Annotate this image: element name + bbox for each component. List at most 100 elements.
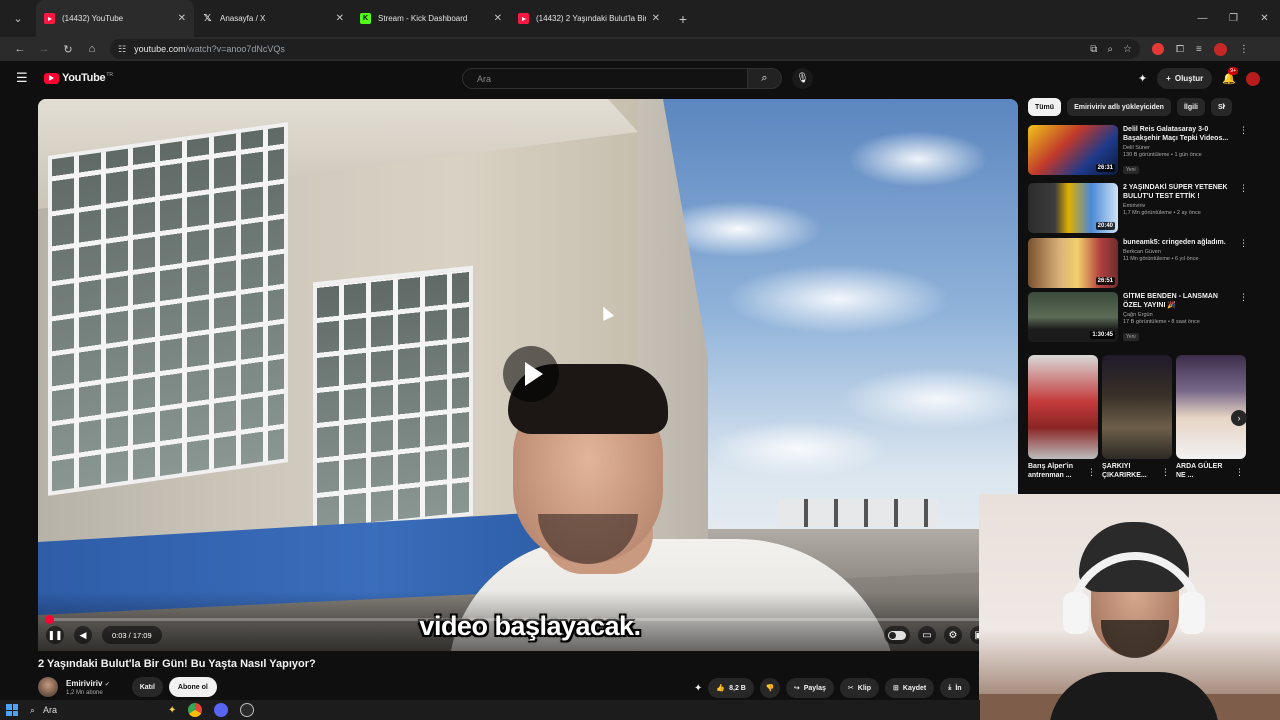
close-icon[interactable]: ✕ [178,13,186,24]
video-player[interactable]: video başlayacak. ❚❚ ◀ 0:03 / 17:09 ▭ ⚙ … [38,99,1018,651]
notifications-button[interactable]: 🔔 9+ [1222,67,1238,85]
tab-kick[interactable]: K Stream - Kick Dashboard ✕ [352,0,510,37]
more-options-icon[interactable]: ⋮ [1087,467,1096,478]
browser-tab-strip: ⌄ (14432) YouTube ✕ 𝕏 Anasayfa / X ✕ K S… [0,0,1280,37]
video-actions: ✦ 👍 8,2 B 👎 ↪ Paylaş ✂ Klip ⊞ Kaydet ⤓ İn [694,678,970,698]
shorts-next-button[interactable]: › [1231,410,1247,426]
short-thumbnail[interactable] [1102,355,1172,459]
channel-avatar[interactable] [38,677,58,697]
settings-button[interactable]: ⚙ [944,626,962,644]
play-overlay-button[interactable] [503,346,559,402]
site-info-icon[interactable]: ☷ [118,44,126,55]
forward-icon[interactable]: → [32,39,56,59]
subtitles-button[interactable]: ▭ [918,626,936,644]
tab-youtube-video[interactable]: (14432) 2 Yaşındaki Bulut'la Bir ✕ [510,0,668,37]
join-button[interactable]: Katıl [131,677,163,697]
reload-icon[interactable]: ↻ [56,39,80,59]
chip-from-uploader[interactable]: Emiriviriv adlı yükleyiciden [1067,98,1171,116]
clip-button[interactable]: ✂ Klip [839,678,880,698]
account-avatar[interactable] [1246,71,1260,86]
recommendation-item[interactable]: 20:40 2 YAŞINDAKİ SÜPER YETENEK BULUT'U … [1028,183,1252,235]
recommendation-item[interactable]: 26:51 buneamk5: cringeden ağladım. Berkc… [1028,238,1252,290]
search-input[interactable]: Ara [462,68,748,89]
tab-title: (14432) 2 Yaşındaki Bulut'la Bir [536,14,646,23]
like-button[interactable]: 👍 8,2 B [708,678,754,698]
menu-icon[interactable]: ☰ [16,70,36,86]
short-thumbnail[interactable] [1028,355,1098,459]
video-thumbnail[interactable]: 26:51 [1028,238,1118,288]
tab-youtube[interactable]: (14432) YouTube ✕ [36,0,194,37]
install-icon[interactable]: ⧉ [1090,44,1097,55]
pause-button[interactable]: ❚❚ [46,626,64,644]
extension-icon[interactable] [1152,43,1164,55]
channel-name[interactable]: Emiriviriv ✔ [66,679,110,688]
new-badge: Yeni [1123,166,1139,174]
youtube-logo[interactable]: YouTube TR [44,72,113,84]
save-button[interactable]: ⊞ Kaydet [885,678,935,698]
header-actions: ✦ + Oluştur 🔔 9+ [1138,67,1260,89]
progress-scrubber[interactable] [45,615,54,624]
copilot-icon[interactable]: ✦ [168,705,176,716]
kick-icon: K [360,13,371,24]
new-tab-button[interactable]: + [668,0,698,37]
chip-related[interactable]: İlgili [1176,98,1205,116]
video-thumbnail[interactable]: 20:40 [1028,183,1118,233]
more-options-icon[interactable]: ⋮ [1235,467,1244,478]
close-icon[interactable]: ✕ [336,13,344,24]
tab-x[interactable]: 𝕏 Anasayfa / X ✕ [194,0,352,37]
bookmark-star-icon[interactable]: ☆ [1123,44,1132,55]
minimize-icon[interactable]: — [1187,0,1218,37]
restore-icon[interactable]: ❐ [1218,0,1249,37]
home-icon[interactable]: ⌂ [80,39,104,59]
recommendation-stats: 11 Mn görüntüleme • 6 yıl önce [1123,256,1199,262]
voice-search-button[interactable]: 🎙 [792,68,813,89]
windows-start-icon[interactable] [6,704,18,716]
obs-icon[interactable] [240,703,255,717]
back-icon[interactable]: ← [8,39,32,59]
ai-sparkle-icon[interactable]: ✦ [694,683,702,694]
browser-menu-icon[interactable]: ⋮ [1239,44,1249,55]
thumbs-up-icon: 👍 [716,685,726,692]
autoplay-toggle[interactable] [884,626,910,644]
share-button[interactable]: ↪ Paylaş [785,678,834,698]
zoom-icon[interactable]: ⌕ [1107,44,1113,55]
profile-avatar[interactable] [1213,42,1227,56]
chrome-icon[interactable] [188,703,203,717]
short-item[interactable]: ŞARKIYI ÇIKARIRKE... ⋮ [1102,355,1172,480]
taskbar-search[interactable]: ⌕ Ara [30,702,180,718]
tab-search-icon[interactable]: ⌄ [0,0,36,37]
more-options-icon[interactable]: ⋮ [1161,467,1170,478]
close-icon[interactable]: ✕ [494,13,502,24]
search-button[interactable]: ⌕ [748,68,782,89]
more-options-icon[interactable]: ⋮ [1239,125,1248,177]
more-options-icon[interactable]: ⋮ [1239,292,1248,344]
tab-title: Stream - Kick Dashboard [378,14,468,23]
recommendation-item[interactable]: 26:31 Delil Reis Galatasaray 3-0 Başakşe… [1028,125,1252,177]
dislike-button[interactable]: 👎 [759,678,780,698]
chip-all[interactable]: Tümü [1028,98,1062,116]
plus-icon: + [1166,74,1171,83]
studio-icon[interactable]: ✦ [1138,72,1147,85]
video-thumbnail[interactable]: 26:31 [1028,125,1118,175]
close-window-icon[interactable]: ✕ [1249,0,1280,37]
extensions-puzzle-icon[interactable]: ⧠ [1176,44,1184,55]
volume-button[interactable]: ◀ [74,626,92,644]
video-thumbnail[interactable]: 1:30:45 [1028,292,1118,342]
more-options-icon[interactable]: ⋮ [1239,183,1248,235]
close-icon[interactable]: ✕ [652,13,660,24]
create-button[interactable]: + Oluştur [1157,68,1213,89]
media-controls-icon[interactable]: ≡ [1196,44,1202,55]
download-button[interactable]: ⤓ İn [940,678,970,698]
recommendation-item[interactable]: 1:30:45 GİTME BENDEN - LANSMAN ÖZEL YAYI… [1028,292,1252,344]
short-title: ARDA GÜLER NE ... [1176,463,1223,479]
discord-icon[interactable] [214,703,229,717]
more-options-icon[interactable]: ⋮ [1239,238,1248,290]
microphone-icon: 🎙 [796,73,809,84]
subscribe-button[interactable]: Abone ol [168,677,217,697]
short-item[interactable]: Barış Alper'in antrenman ... ⋮ [1028,355,1098,480]
chevron-right-icon[interactable]: › [1222,100,1226,112]
address-bar[interactable]: ☷ youtube.com/watch?v=anoo7dNcVQs ⧉ ⌕ ☆ [110,39,1140,59]
short-thumbnail[interactable] [1176,355,1246,459]
progress-bar[interactable] [45,615,986,624]
tab-title: Anasayfa / X [220,14,266,23]
